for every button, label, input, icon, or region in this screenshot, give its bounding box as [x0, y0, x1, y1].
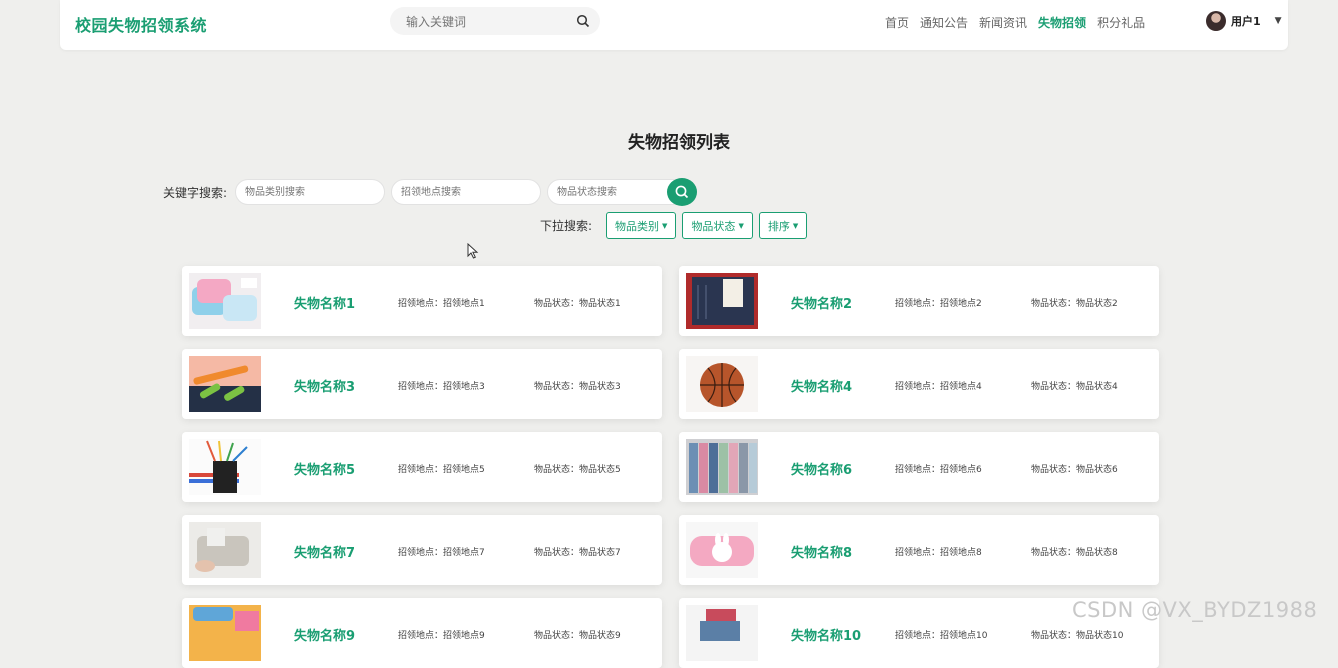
item-location: 招领地点：招领地点6: [895, 465, 982, 475]
item-image-bag[interactable]: [189, 522, 261, 578]
item-name[interactable]: 失物名称1: [294, 293, 355, 312]
item-image-pencil-case[interactable]: [189, 273, 261, 329]
item-image-box[interactable]: [686, 605, 758, 661]
item-name[interactable]: 失物名称4: [791, 376, 852, 395]
avatar[interactable]: [1206, 11, 1226, 31]
item-status: 物品状态：物品状态3: [534, 382, 621, 392]
search-icon[interactable]: [576, 13, 590, 32]
caret-down-icon: ▼: [738, 221, 744, 230]
item-status: 物品状态：物品状态1: [534, 299, 621, 309]
nav-item-gifts[interactable]: 积分礼品: [1097, 14, 1145, 31]
dropdown-search-row: 下拉搜索: 物品类别 ▼ 物品状态 ▼ 排序 ▼: [540, 212, 808, 239]
item-card[interactable]: 失物名称1 招领地点：招领地点1 物品状态：物品状态1: [182, 266, 662, 336]
nav-item-lost-found[interactable]: 失物招领: [1038, 14, 1086, 31]
item-name[interactable]: 失物名称3: [294, 376, 355, 395]
item-status: 物品状态：物品状态2: [1031, 299, 1118, 309]
item-location: 招领地点：招领地点7: [398, 548, 485, 558]
nav-menu: 首页 通知公告 新闻资讯 失物招领 积分礼品: [885, 14, 1156, 31]
location-search-input[interactable]: [391, 179, 542, 205]
keyword-search-label: 关键字搜索:: [163, 185, 228, 200]
site-brand[interactable]: 校园失物招领系统: [75, 12, 207, 36]
user-name[interactable]: 用户1: [1231, 13, 1261, 29]
item-image-pen-holder[interactable]: [189, 439, 261, 495]
item-card[interactable]: 失物名称3 招领地点：招领地点3 物品状态：物品状态3: [182, 349, 662, 419]
caret-down-icon: ▼: [792, 221, 799, 230]
item-image-basketball[interactable]: [686, 356, 758, 412]
item-name[interactable]: 失物名称8: [791, 542, 852, 561]
keyword-search-row: 关键字搜索:: [163, 178, 698, 206]
search-icon: [675, 185, 689, 199]
item-card[interactable]: 失物名称8 招领地点：招领地点8 物品状态：物品状态8: [679, 515, 1159, 585]
search-button[interactable]: [667, 178, 698, 206]
status-dropdown[interactable]: 物品状态 ▼: [682, 212, 753, 239]
nav-item-home[interactable]: 首页: [885, 14, 909, 31]
item-card[interactable]: 失物名称4 招领地点：招领地点4 物品状态：物品状态4: [679, 349, 1159, 419]
item-name[interactable]: 失物名称6: [791, 459, 852, 478]
category-dropdown-label: 物品类别: [615, 219, 660, 233]
item-status: 物品状态：物品状态8: [1031, 548, 1118, 558]
item-status: 物品状态：物品状态5: [534, 465, 621, 475]
item-location: 招领地点：招领地点2: [895, 299, 982, 309]
nav-item-news[interactable]: 新闻资讯: [979, 14, 1027, 31]
item-card[interactable]: 失物名称9 招领地点：招领地点9 物品状态：物品状态9: [182, 598, 662, 668]
item-location: 招领地点：招领地点3: [398, 382, 485, 392]
sort-dropdown[interactable]: 排序 ▼: [758, 212, 808, 239]
item-card[interactable]: 失物名称2 招领地点：招领地点2 物品状态：物品状态2: [679, 266, 1159, 336]
mouse-cursor-icon: [467, 243, 479, 259]
category-search-input[interactable]: [235, 179, 386, 205]
item-image-book[interactable]: [686, 273, 758, 329]
nav-search-box: [390, 7, 600, 35]
item-status: 物品状态：物品状态7: [534, 548, 621, 558]
user-menu[interactable]: 用户1 ▼: [1206, 11, 1282, 31]
item-image-pink-case[interactable]: [686, 522, 758, 578]
item-location: 招领地点：招领地点5: [398, 465, 485, 475]
item-name[interactable]: 失物名称2: [791, 293, 852, 312]
item-status: 物品状态：物品状态4: [1031, 382, 1118, 392]
page-title: 失物招领列表: [628, 133, 730, 153]
caret-down-icon: ▼: [662, 221, 668, 230]
dropdown-search-label: 下拉搜索:: [540, 219, 593, 233]
item-card[interactable]: 失物名称5 招领地点：招领地点5 物品状态：物品状态5: [182, 432, 662, 502]
item-status: 物品状态：物品状态6: [1031, 465, 1118, 475]
sort-dropdown-label: 排序: [767, 219, 790, 233]
watermark: CSDN @VX_BYDZ1988: [1072, 598, 1318, 622]
item-image-highlighters[interactable]: [189, 356, 261, 412]
item-image-notebooks[interactable]: [686, 439, 758, 495]
item-name[interactable]: 失物名称7: [294, 542, 355, 561]
chevron-down-icon[interactable]: ▼: [1275, 16, 1282, 26]
item-image-stationery[interactable]: [189, 605, 261, 661]
item-location: 招领地点：招领地点4: [895, 382, 982, 392]
item-location: 招领地点：招领地点8: [895, 548, 982, 558]
status-dropdown-label: 物品状态: [691, 219, 736, 233]
top-navbar: 校园失物招领系统 首页 通知公告 新闻资讯 失物招领 积分礼品 用户1 ▼: [60, 0, 1288, 50]
nav-search-input[interactable]: [404, 12, 568, 32]
item-card[interactable]: 失物名称7 招领地点：招领地点7 物品状态：物品状态7: [182, 515, 662, 585]
item-card[interactable]: 失物名称6 招领地点：招领地点6 物品状态：物品状态6: [679, 432, 1159, 502]
item-location: 招领地点：招领地点1: [398, 299, 485, 309]
item-name[interactable]: 失物名称5: [294, 459, 355, 478]
nav-item-notices[interactable]: 通知公告: [920, 14, 968, 31]
category-dropdown[interactable]: 物品类别 ▼: [606, 212, 677, 239]
